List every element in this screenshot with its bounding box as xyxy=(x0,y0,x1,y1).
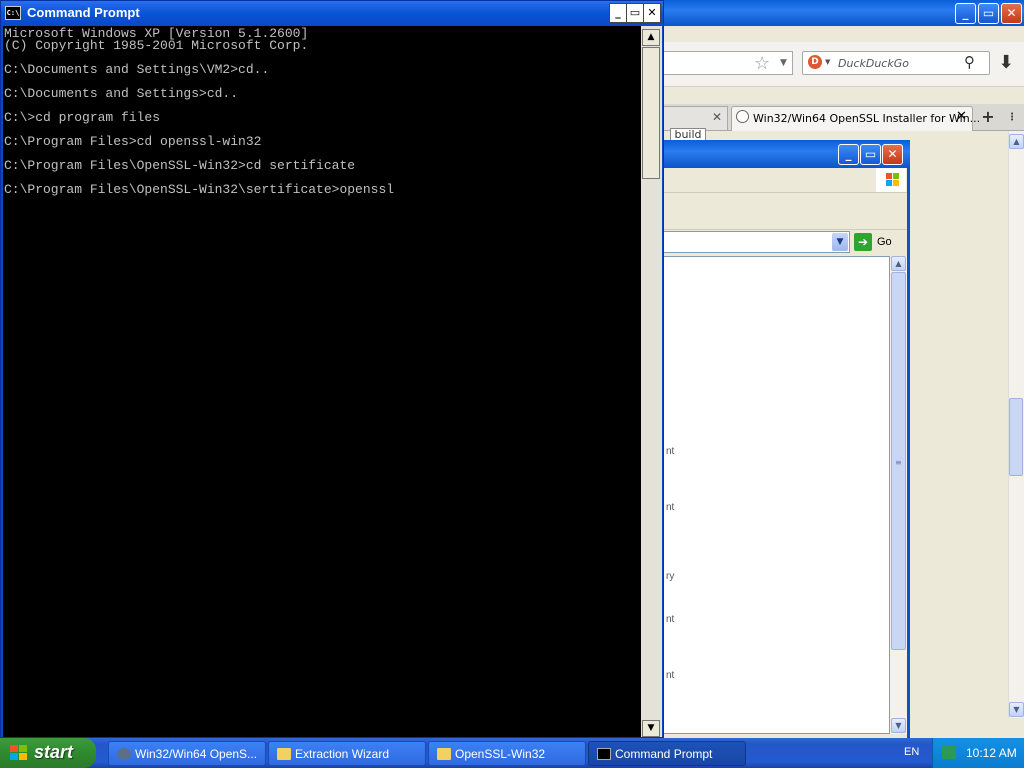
console-line: (C) Copyright 1985-2001 Microsoft Corp. xyxy=(4,38,309,53)
console-line: C:\Program Files>cd openssl-win32 xyxy=(4,134,262,149)
list-item[interactable]: nt xyxy=(666,502,674,513)
console-line: C:\Program Files\OpenSSL-Win32\sertifica… xyxy=(4,182,395,197)
list-item[interactable]: ry xyxy=(666,571,674,582)
list-item[interactable]: nt xyxy=(666,446,674,457)
windows-flag-icon xyxy=(10,745,28,761)
console-line: C:\Documents and Settings\VM2>cd.. xyxy=(4,62,270,77)
close-button[interactable]: ✕ xyxy=(643,3,661,23)
file-list[interactable] xyxy=(658,256,890,734)
start-label[interactable]: start xyxy=(34,742,73,763)
list-item[interactable]: nt xyxy=(666,614,674,625)
browser-maximize-button[interactable]: ▭ xyxy=(978,3,999,24)
download-icon[interactable]: ⬇ xyxy=(992,51,1020,75)
explorer-window: _ ▭ ✕ ▼ ➔ Go nt nt ry nt nt ▲ ≡ ▼ xyxy=(658,140,910,738)
clock[interactable]: 10:12 AM xyxy=(966,746,1017,760)
bookmark-star-icon[interactable]: ☆ xyxy=(754,53,770,74)
globe-icon xyxy=(736,110,749,123)
go-button[interactable]: Go xyxy=(877,236,892,248)
explorer-scroll-down-button[interactable]: ▼ xyxy=(891,718,906,733)
search-icon[interactable]: ⚲ xyxy=(964,53,975,71)
url-dropdown-icon[interactable]: ▼ xyxy=(780,58,787,68)
tab-close-icon[interactable]: ✕ xyxy=(956,109,967,124)
console-scroll-up-button[interactable]: ▲ xyxy=(642,29,660,46)
search-engine-dropdown-icon[interactable]: ▼ xyxy=(825,58,830,66)
explorer-menu-bar xyxy=(658,168,907,193)
tab-list-chevron-icon[interactable]: ⋮ xyxy=(1007,112,1017,123)
explorer-minimize-button[interactable]: _ xyxy=(838,144,859,165)
search-placeholder[interactable]: DuckDuckGo xyxy=(838,57,909,70)
console-line: C:\>cd program files xyxy=(4,110,161,125)
taskbar-button-extraction-wizard[interactable]: Extraction Wizard xyxy=(268,741,426,766)
browser-close-button[interactable]: ✕ xyxy=(1001,3,1022,24)
duckduckgo-icon[interactable]: D xyxy=(808,55,822,69)
explorer-toolbar xyxy=(658,193,907,230)
language-indicator[interactable]: EN xyxy=(904,746,919,758)
taskbar-button-command-prompt[interactable]: Command Prompt xyxy=(588,741,746,766)
scroll-grip-icon: ≡ xyxy=(895,458,902,467)
folder-icon xyxy=(277,748,291,760)
new-tab-button[interactable]: + xyxy=(977,107,999,129)
browser-scroll-up-button[interactable]: ▲ xyxy=(1009,134,1024,149)
network-icon[interactable] xyxy=(942,745,956,759)
folder-icon xyxy=(437,748,451,760)
window-title: Command Prompt xyxy=(27,5,140,20)
taskbar-button-label: OpenSSL-Win32 xyxy=(455,747,546,761)
command-prompt-icon xyxy=(597,748,611,760)
taskbar-button-openssl-folder[interactable]: OpenSSL-Win32 xyxy=(428,741,586,766)
tab-close-icon[interactable]: ✕ xyxy=(712,110,722,124)
explorer-scroll-up-button[interactable]: ▲ xyxy=(891,256,906,271)
taskbar-button-label: Extraction Wizard xyxy=(295,747,390,761)
console-text: Microsoft Windows XP [Version 5.1.2600] … xyxy=(3,26,641,196)
command-prompt-window: C:\ Command Prompt _ ▭ ✕ Microsoft Windo… xyxy=(0,0,664,738)
taskbar-button-label: Win32/Win64 OpenS... xyxy=(135,747,258,761)
url-bar[interactable] xyxy=(658,51,793,75)
taskbar-button-label: Command Prompt xyxy=(615,747,713,761)
explorer-close-button[interactable]: ✕ xyxy=(882,144,903,165)
go-arrow-icon[interactable]: ➔ xyxy=(854,233,872,251)
browser-minimize-button[interactable]: _ xyxy=(955,3,976,24)
maximize-button[interactable]: ▭ xyxy=(626,3,644,23)
taskbar-button-browser[interactable]: Win32/Win64 OpenS... xyxy=(108,741,266,766)
console-line: C:\Documents and Settings>cd.. xyxy=(4,86,239,101)
browser-app-icon xyxy=(117,748,131,760)
explorer-maximize-button[interactable]: ▭ xyxy=(860,144,881,165)
console-line: C:\Program Files\OpenSSL-Win32>cd sertif… xyxy=(4,158,356,173)
address-dropdown-icon[interactable]: ▼ xyxy=(832,233,848,251)
windows-logo-icon xyxy=(876,168,906,192)
console-scroll-down-button[interactable]: ▼ xyxy=(642,720,660,737)
browser-scroll-thumb[interactable] xyxy=(1009,398,1023,476)
console-scroll-thumb[interactable] xyxy=(642,47,660,179)
command-prompt-icon[interactable]: C:\ xyxy=(5,6,21,20)
list-item[interactable]: nt xyxy=(666,670,674,681)
address-bar[interactable] xyxy=(658,231,850,253)
console-output[interactable]: Microsoft Windows XP [Version 5.1.2600] … xyxy=(3,26,641,737)
browser-scroll-down-button[interactable]: ▼ xyxy=(1009,702,1024,717)
tab-active-label[interactable]: Win32/Win64 OpenSSL Installer for Win... xyxy=(753,112,980,125)
minimize-button[interactable]: _ xyxy=(609,3,627,23)
